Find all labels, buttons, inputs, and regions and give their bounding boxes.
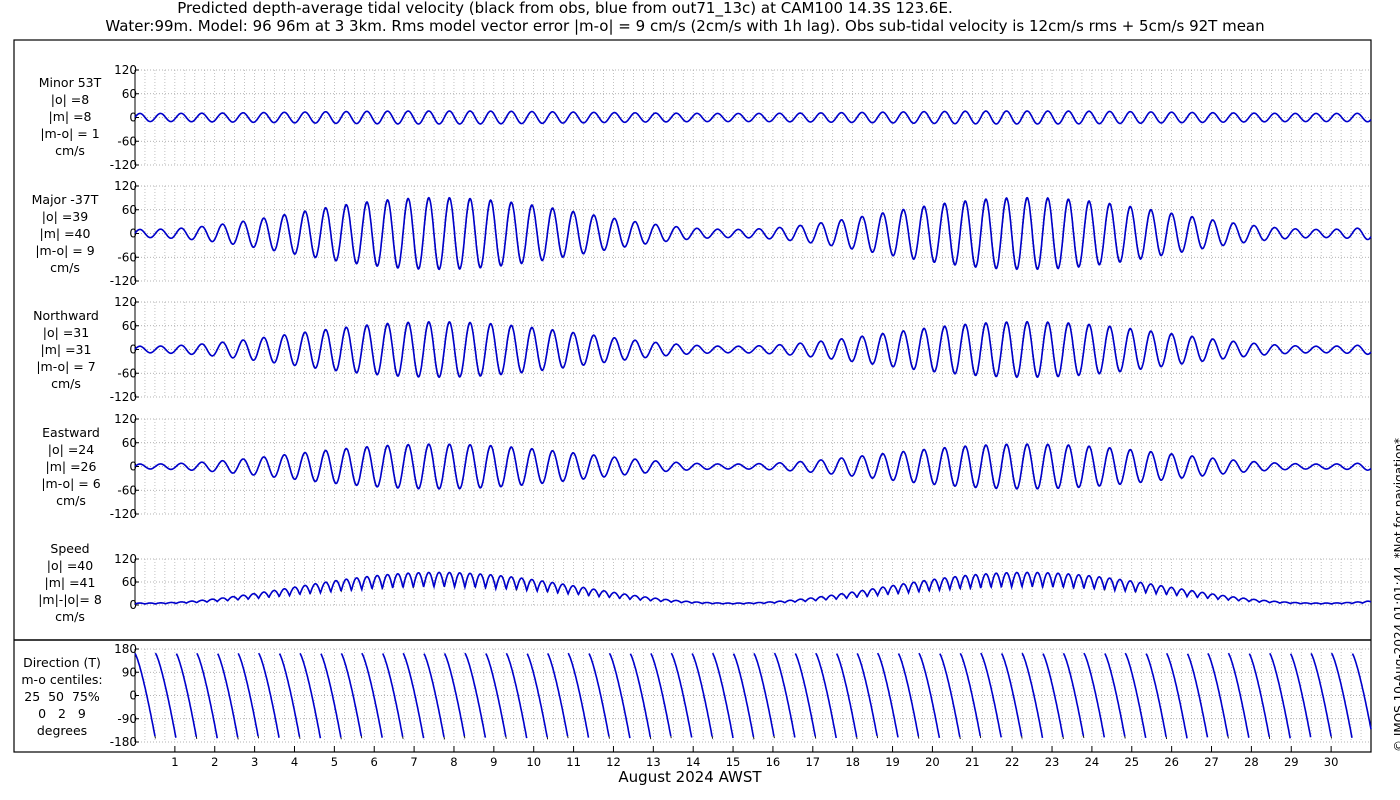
x-tick-label: 30: [1324, 755, 1339, 769]
x-tick-label: 20: [925, 755, 940, 769]
x-axis-label: August 2024 AWST: [618, 768, 762, 786]
x-tick-label: 14: [686, 755, 701, 769]
x-tick-label: 21: [965, 755, 980, 769]
x-tick-label: 23: [1045, 755, 1060, 769]
y-tick-label: -90: [117, 712, 137, 726]
figure-border: [13, 39, 1372, 753]
y-tick-label: -120: [110, 274, 137, 288]
y-tick-label: 120: [114, 179, 137, 193]
x-tick-label: 26: [1164, 755, 1179, 769]
x-tick-label: 18: [845, 755, 860, 769]
x-tick-label: 27: [1204, 755, 1219, 769]
x-tick-label: 19: [885, 755, 900, 769]
y-tick-label: 120: [114, 295, 137, 309]
series-line-obs-dir: [134, 653, 1372, 740]
x-tick-label: 6: [371, 755, 378, 769]
x-tick-label: 5: [331, 755, 338, 769]
x-tick-label: 10: [526, 755, 541, 769]
x-tick-label: 16: [766, 755, 781, 769]
y-tick-label: -60: [117, 483, 137, 497]
y-tick-label: 180: [114, 642, 137, 656]
x-tick-label: 11: [566, 755, 581, 769]
y-tick-label: -60: [117, 250, 137, 264]
y-tick-label: 120: [114, 412, 137, 426]
tidal-velocity-chart: 1 2 3 4 5 6 7 8 9 10 11 12 13 14 15 16 17 18 19 20 21 22 23 24 2…: [13, 39, 1372, 769]
y-tick-label: -60: [117, 134, 137, 148]
x-tick-label: 7: [410, 755, 417, 769]
x-tick-label: 28: [1244, 755, 1259, 769]
x-tick-label: 13: [646, 755, 661, 769]
x-tick-label: 17: [805, 755, 820, 769]
x-tick-label: 1: [171, 755, 178, 769]
y-tick-label: -120: [110, 507, 137, 521]
x-tick-label: 12: [606, 755, 621, 769]
x-tick-label: 15: [726, 755, 741, 769]
y-tick-label: -180: [110, 735, 137, 749]
y-tick-label: 120: [114, 63, 137, 77]
y-tick-label: -60: [117, 366, 137, 380]
y-tick-label: -120: [110, 158, 137, 172]
x-tick-label: 9: [490, 755, 497, 769]
x-tick-label: 24: [1085, 755, 1100, 769]
x-tick-label: 2: [211, 755, 218, 769]
x-tick-label: 25: [1124, 755, 1139, 769]
x-tick-label: 29: [1284, 755, 1299, 769]
x-tick-label: 22: [1005, 755, 1020, 769]
x-tick-label: 8: [450, 755, 457, 769]
x-tick-label: 3: [251, 755, 258, 769]
y-tick-label: -120: [110, 390, 137, 404]
x-tick-label: 4: [291, 755, 298, 769]
y-tick-label: 120: [114, 552, 137, 566]
copyright-notice: © IMOS 10-Aug-2024 01:01:44. *Not for na…: [1392, 437, 1400, 752]
